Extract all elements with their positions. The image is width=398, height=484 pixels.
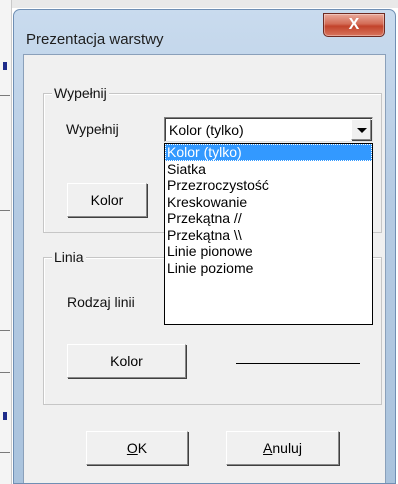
fill-color-button[interactable]: Kolor (67, 183, 147, 217)
fill-type-selected-value: Kolor (tylko) (169, 122, 244, 138)
dialog-window: Prezentacja warstwy X Wypełnij Wypełnij … (13, 9, 396, 484)
background-tick (0, 330, 10, 331)
cancel-button-mnemonic: A (263, 440, 273, 456)
line-group-legend: Linia (52, 249, 86, 265)
background-tick (0, 210, 10, 211)
background-tick (0, 372, 10, 373)
cancel-button[interactable]: Anuluj (226, 431, 339, 465)
dropdown-option[interactable]: Siatka (165, 161, 372, 178)
background-tick (0, 95, 10, 96)
dropdown-option[interactable]: Kreskowanie (165, 194, 372, 211)
dropdown-option[interactable]: Przekątna \\ (165, 227, 372, 244)
fill-type-dropdown-list: Kolor (tylko) Siatka Przezroczystość Kre… (164, 143, 373, 325)
background-marker (3, 62, 7, 70)
background-app-strip (0, 0, 12, 484)
dropdown-option[interactable]: Linie pionowe (165, 243, 372, 260)
cancel-button-label: nuluj (272, 440, 302, 456)
line-color-button[interactable]: Kolor (67, 344, 186, 378)
close-icon: X (348, 16, 360, 33)
dialog-client-area: Wypełnij Wypełnij Kolor Linia Rodzaj lin… (23, 54, 386, 483)
fill-type-combobox[interactable]: Kolor (tylko) (164, 117, 373, 142)
background-marker (3, 412, 7, 420)
dialog-title: Prezentacja warstwy (26, 31, 164, 48)
background-app-top (0, 0, 398, 8)
fill-group-legend: Wypełnij (52, 85, 109, 101)
dropdown-option[interactable]: Przezroczystość (165, 177, 372, 194)
dropdown-option[interactable]: Przekątna // (165, 210, 372, 227)
ok-button-mnemonic: O (126, 440, 138, 456)
title-bar[interactable]: Prezentacja warstwy X (14, 10, 395, 54)
dropdown-option[interactable]: Linie poziome (165, 260, 372, 277)
close-button[interactable]: X (323, 13, 385, 37)
line-style-preview (236, 363, 360, 364)
ok-button-label: K (137, 440, 148, 456)
line-type-label: Rodzaj linii (67, 294, 135, 310)
ok-button[interactable]: OK (86, 431, 188, 465)
dropdown-option[interactable]: Kolor (tylko) (165, 144, 372, 161)
background-tick (0, 452, 10, 453)
fill-label: Wypełnij (66, 121, 119, 137)
chevron-down-icon[interactable] (351, 119, 371, 140)
